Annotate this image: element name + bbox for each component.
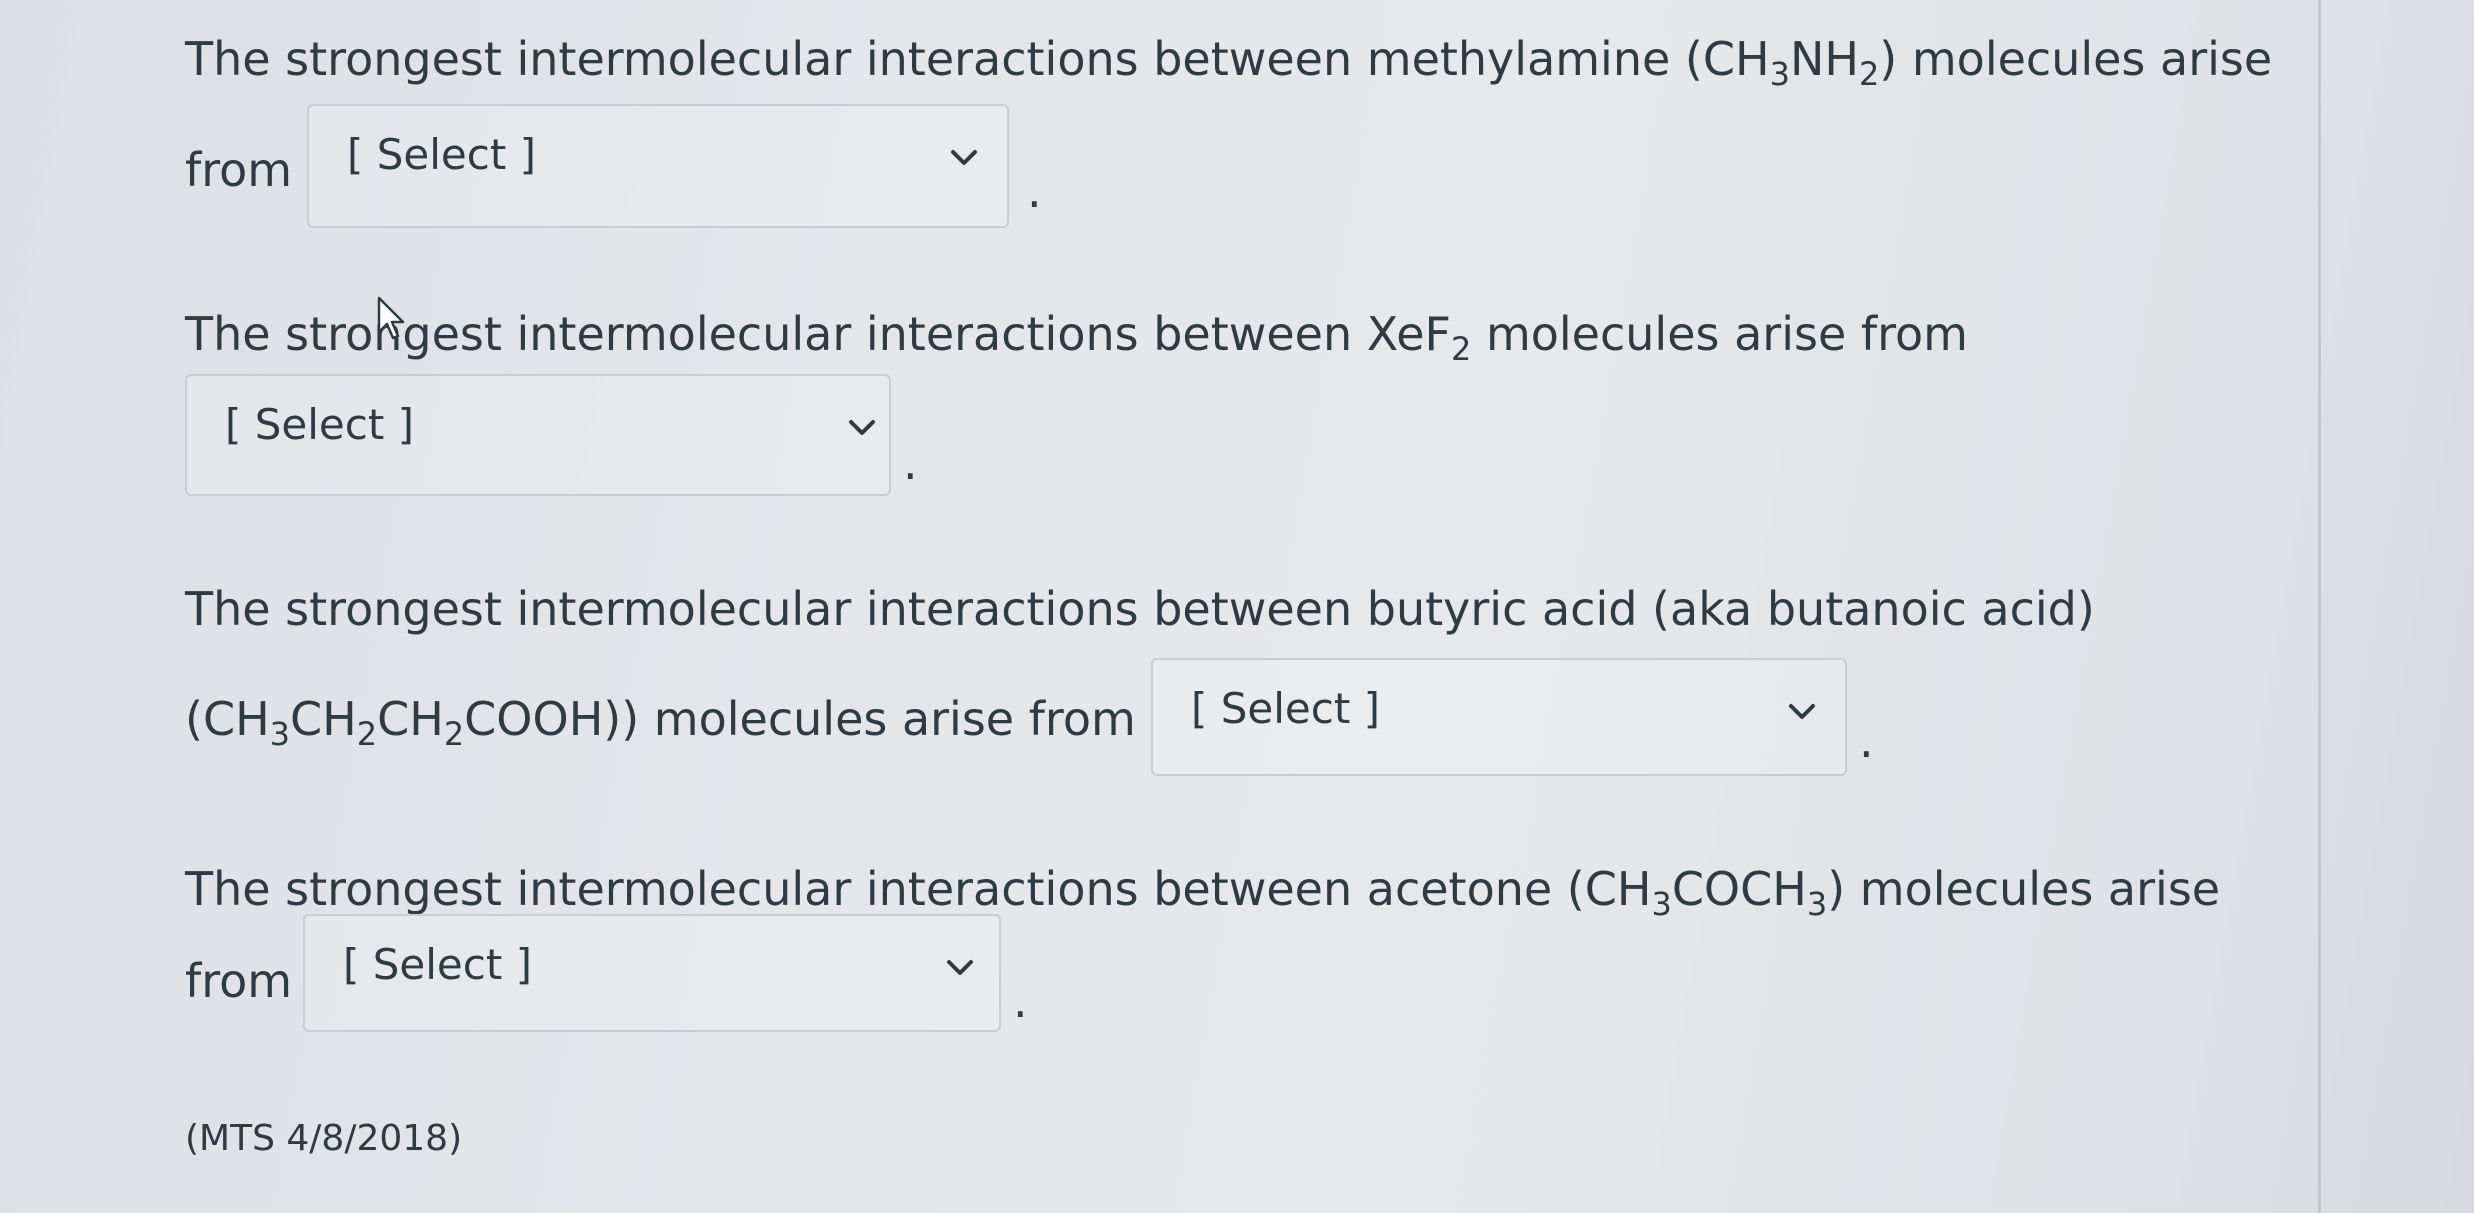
question-4-period: . [1013, 974, 1028, 1028]
question-3-text: The strongest intermolecular interaction… [185, 582, 2095, 636]
question-3-period: . [1859, 714, 1874, 768]
question-1-from-label: from [185, 143, 293, 197]
question-4-select[interactable]: [ Select ] [303, 914, 1001, 1032]
chevron-down-icon [951, 150, 977, 165]
question-1-period: . [1027, 164, 1042, 218]
question-3-select[interactable]: [ Select ] [1151, 658, 1847, 776]
select-label: [ Select ] [347, 130, 537, 179]
select-label: [ Select ] [343, 940, 533, 989]
chevron-down-icon [947, 960, 973, 975]
question-3-formula-text: (CH3CH2CH2COOH)) molecules arise from [185, 692, 1136, 753]
chevron-down-icon [849, 420, 875, 435]
question-2-period: . [903, 436, 918, 490]
select-label: [ Select ] [1191, 684, 1381, 733]
mouse-pointer-icon [377, 296, 405, 340]
question-4-text: The strongest intermolecular interaction… [185, 862, 2221, 923]
question-1-select[interactable]: [ Select ] [307, 104, 1009, 228]
question-1-text: The strongest intermolecular interaction… [185, 32, 2273, 93]
page-panel-edge [2318, 0, 2321, 1213]
question-2-select[interactable]: [ Select ] [185, 374, 891, 496]
question-2-text: The strongest intermolecular interaction… [185, 307, 1968, 368]
chevron-down-icon [1789, 704, 1815, 719]
source-footnote: (MTS 4/8/2018) [185, 1118, 463, 1159]
quiz-question-content: The strongest intermolecular interaction… [185, 0, 2285, 1213]
question-4-from-label: from [185, 954, 293, 1008]
select-label: [ Select ] [225, 400, 415, 449]
